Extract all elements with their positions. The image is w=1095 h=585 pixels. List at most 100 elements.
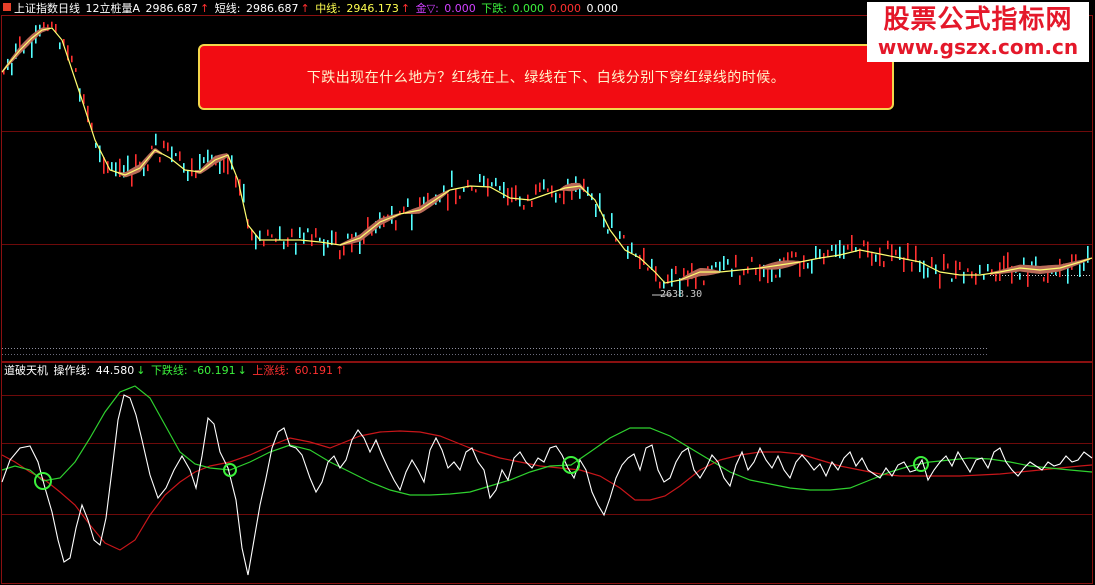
extra-value: 0.000 [549, 2, 582, 15]
candle [227, 157, 229, 175]
candle [931, 257, 933, 268]
candle [879, 247, 881, 267]
candle [1079, 264, 1081, 277]
candle [503, 182, 505, 199]
candle [995, 274, 997, 282]
candle [207, 149, 209, 163]
candle [267, 229, 269, 236]
candle [747, 266, 749, 274]
down-arrow-icon: ↓ [136, 364, 146, 377]
candle [1019, 273, 1021, 280]
short-label: 短线: [214, 2, 241, 15]
candle [631, 242, 633, 254]
candle [755, 268, 757, 275]
low-price-label: 2638.30 [660, 289, 703, 300]
red-line [1, 430, 1093, 551]
candle [871, 251, 873, 266]
gold-label: 金▽: [415, 2, 439, 15]
candle [219, 160, 221, 174]
candle [743, 269, 745, 276]
indicator-name: 12立桩量A [85, 2, 141, 15]
candle [791, 251, 793, 258]
candle [255, 234, 257, 250]
candle [555, 192, 557, 203]
candle [407, 198, 409, 207]
candle [823, 253, 825, 265]
candle [907, 243, 909, 260]
candle [179, 151, 181, 161]
crossover-circles [34, 456, 929, 490]
candle [811, 259, 813, 274]
candle [43, 22, 45, 28]
candle [815, 246, 817, 259]
candle [659, 281, 661, 289]
candle [943, 254, 945, 271]
candle [499, 185, 501, 191]
candle [623, 235, 625, 239]
candle [927, 267, 929, 278]
candle [403, 206, 405, 214]
short-value: 2986.687 [245, 2, 299, 15]
candle [851, 235, 853, 252]
candle [71, 55, 73, 63]
candle [223, 158, 225, 173]
candle [807, 262, 809, 269]
up-arrow-icon: ↑ [400, 2, 411, 15]
candle [203, 157, 205, 164]
candle [395, 220, 397, 231]
candle [51, 21, 53, 28]
mid-label: 中线: [315, 2, 341, 15]
candle [199, 154, 201, 172]
candle [523, 205, 525, 210]
candle [299, 227, 301, 238]
candle [963, 271, 965, 284]
candle [671, 268, 673, 287]
extra-value: 0.000 [586, 2, 619, 15]
watermark-title: 股票公式指标网 [883, 5, 1073, 35]
candle [947, 263, 949, 269]
candle [895, 249, 897, 256]
candle [479, 174, 481, 183]
up-arrow-icon: ↑ [300, 2, 310, 15]
candle [867, 241, 869, 258]
candle [607, 229, 609, 234]
candle [619, 231, 621, 239]
candle [543, 179, 545, 190]
candle [335, 231, 337, 245]
up-line-label: 上涨线: [252, 364, 290, 377]
up-arrow-icon: ↑ [200, 2, 210, 15]
op-label: 操作线: [53, 364, 91, 377]
candle [727, 259, 729, 265]
candle [547, 188, 549, 192]
candle [283, 241, 285, 250]
candle [979, 264, 981, 274]
candle [447, 193, 449, 211]
candle [939, 273, 941, 289]
candle [491, 182, 493, 187]
candle [243, 183, 245, 203]
down-arrow-icon: ↓ [237, 364, 247, 377]
candle [235, 175, 237, 188]
up-arrow-icon: ↑ [335, 364, 345, 377]
candle [519, 196, 521, 207]
candle [987, 264, 989, 272]
candle [735, 254, 737, 268]
candle [323, 239, 325, 256]
candle [967, 268, 969, 272]
candle [887, 240, 889, 250]
white-line [1, 394, 1093, 576]
candle [611, 213, 613, 228]
candle [767, 268, 769, 284]
candle [343, 245, 345, 256]
candle [1023, 257, 1025, 266]
candle [799, 261, 801, 277]
candle [847, 244, 849, 250]
indicator-value: 2986.687 [145, 2, 199, 15]
candle [151, 145, 153, 150]
candle [339, 250, 341, 260]
candle [463, 187, 465, 192]
candle [511, 187, 513, 203]
candle [551, 185, 553, 198]
candle [539, 182, 541, 192]
candle [891, 244, 893, 262]
